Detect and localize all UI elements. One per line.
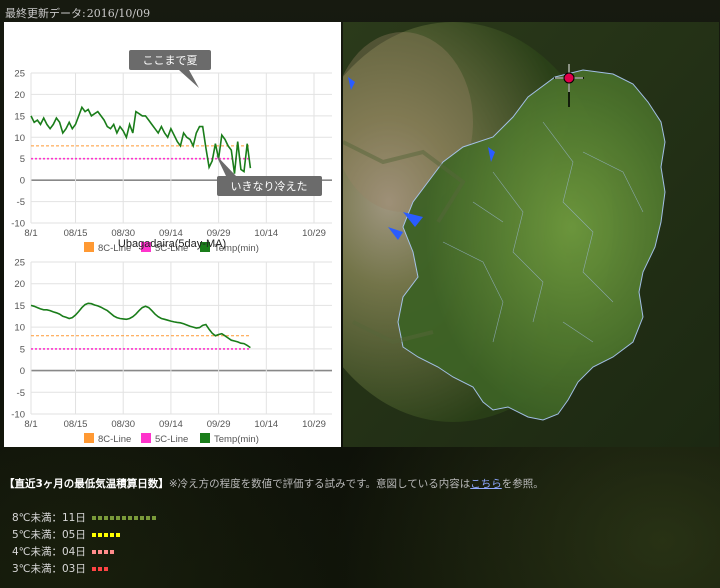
y-tick-label: 15 [14, 301, 25, 312]
count-square [127, 516, 132, 520]
y-tick-label: 25 [14, 69, 25, 80]
list-item-4c: 4℃未満：04日 [12, 544, 158, 561]
list-item-3c: 3℃未満：03日 [12, 561, 158, 578]
x-tick-label: 8/1 [24, 419, 37, 430]
count-square [109, 550, 114, 554]
legend-label: 5C-Line [155, 434, 188, 445]
y-tick-label: 0 [20, 176, 25, 187]
count-square [109, 533, 114, 537]
x-tick-label: 08/30 [111, 419, 135, 430]
summary-note-suffix: を参照。 [501, 478, 544, 490]
count-bar-3c [91, 561, 110, 578]
terrain-map[interactable] [343, 22, 719, 447]
legend-label: 8C-Line [98, 434, 131, 445]
reference-link[interactable]: こちら [470, 478, 502, 490]
legend-swatch [84, 242, 94, 252]
y-tick-label: -10 [11, 410, 25, 421]
y-tick-label: 20 [14, 279, 25, 290]
x-tick-label: 10/29 [302, 419, 326, 430]
count-square [103, 516, 108, 520]
x-tick-label: 10/29 [302, 228, 326, 239]
count-label-3c: 3℃未満：03日 [12, 563, 86, 575]
count-square [91, 550, 96, 554]
count-square [109, 516, 114, 520]
count-label-5c: 5℃未満：05日 [12, 529, 86, 541]
count-label-4c: 4℃未満：04日 [12, 546, 86, 558]
y-tick-label: 10 [14, 323, 25, 334]
count-square [97, 516, 102, 520]
y-tick-label: 15 [14, 111, 25, 122]
y-tick-label: -5 [17, 388, 25, 399]
count-square [91, 567, 96, 571]
count-square [115, 533, 120, 537]
annotation-text: ここまで夏 [143, 54, 198, 67]
last-updated-date: 2016/10/09 [86, 7, 151, 20]
count-square [97, 533, 102, 537]
legend-swatch [84, 433, 94, 443]
charts-svg: Ubagadaira2520151050-5-108/108/1508/3009… [11, 50, 332, 445]
count-square [121, 516, 126, 520]
day-count-list: 8℃未満：11日 5℃未満：05日 4℃未満：04日 3℃未満：03日 [12, 510, 158, 578]
count-square [145, 516, 150, 520]
count-square [103, 567, 108, 571]
terrain-map-svg [343, 22, 719, 447]
x-tick-label: 09/29 [207, 419, 231, 430]
y-tick-label: -5 [17, 197, 25, 208]
count-square [133, 516, 138, 520]
count-square [91, 533, 96, 537]
count-square [103, 533, 108, 537]
summary-heading: 【直近3ヶ月の最低気温積算日数】 [4, 478, 169, 490]
list-item-5c: 5℃未満：05日 [12, 527, 158, 544]
count-bar-5c [91, 527, 122, 544]
cumulative-days-summary: 【直近3ヶ月の最低気温積算日数】※冷え方の程度を数値で評価する試みです。意図して… [4, 476, 544, 491]
x-tick-label: 09/14 [159, 419, 183, 430]
legend-swatch [141, 433, 151, 443]
x-tick-label: 10/14 [254, 228, 278, 239]
count-square [115, 516, 120, 520]
series-temp-min- [30, 105, 252, 174]
count-label-8c: 8℃未満：11日 [12, 512, 86, 524]
y-tick-label: 10 [14, 133, 25, 144]
last-updated-label: 最終更新データ: [5, 7, 86, 20]
last-updated: 最終更新データ:2016/10/09 [4, 5, 150, 21]
chart-title: Ubagadaira(5day-MA) [118, 238, 226, 250]
y-tick-label: 0 [20, 366, 25, 377]
x-tick-label: 08/15 [64, 228, 88, 239]
x-tick-label: 8/1 [24, 228, 37, 239]
count-bar-8c [91, 510, 158, 527]
annotation-text: いきなり冷えた [231, 180, 308, 193]
count-square [151, 516, 156, 520]
y-tick-label: 20 [14, 90, 25, 101]
y-tick-label: 25 [14, 258, 25, 269]
x-tick-label: 10/14 [254, 419, 278, 430]
series-temp-min- [30, 302, 251, 349]
count-square [91, 516, 96, 520]
y-tick-label: 5 [20, 344, 25, 355]
list-item-8c: 8℃未満：11日 [12, 510, 158, 527]
x-tick-label: 08/15 [64, 419, 88, 430]
count-square [139, 516, 144, 520]
y-tick-label: -10 [11, 219, 25, 230]
summary-note-prefix: ※冷え方の程度を数値で評価する試みです。意図している内容は [168, 478, 471, 490]
count-square [97, 567, 102, 571]
legend-label: Temp(min) [214, 434, 259, 445]
y-tick-label: 5 [20, 154, 25, 165]
legend-swatch [200, 433, 210, 443]
count-square [103, 550, 108, 554]
charts-panel: Ubagadaira2520151050-5-108/108/1508/3009… [4, 22, 341, 447]
count-bar-4c [91, 544, 116, 561]
count-square [97, 550, 102, 554]
